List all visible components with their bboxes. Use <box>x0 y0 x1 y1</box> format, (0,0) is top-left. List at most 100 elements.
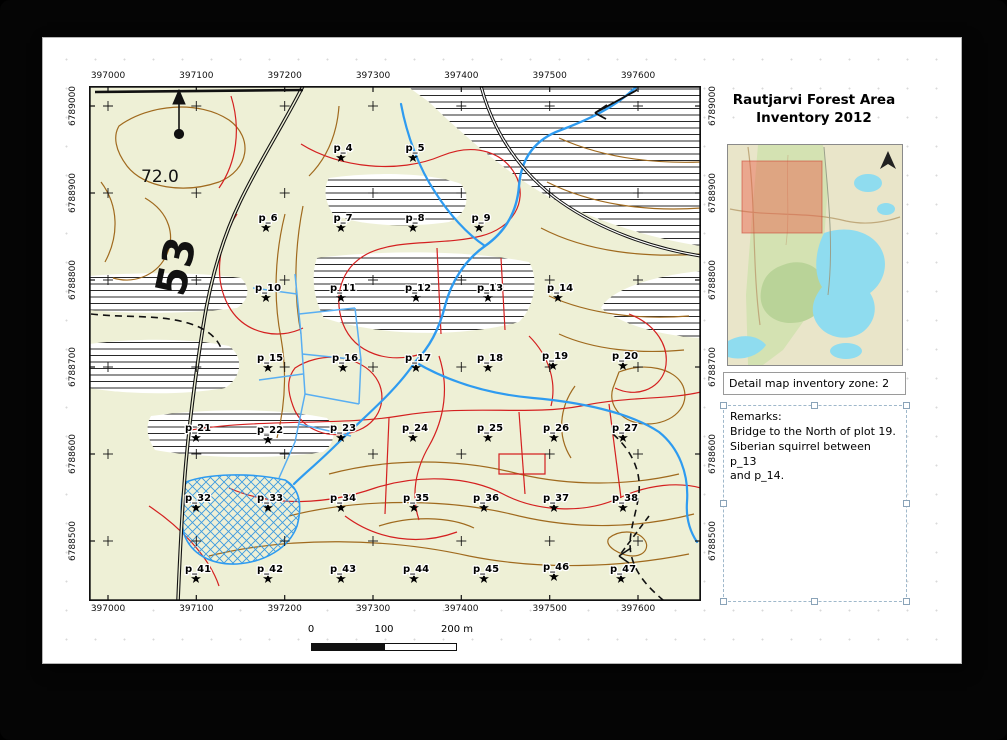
x-grid-label: 397300 <box>356 604 390 614</box>
plot-id-label: p_16 <box>332 353 358 364</box>
plot-id-label: p_44 <box>403 564 429 575</box>
x-grid-label: 397200 <box>268 71 302 81</box>
plot-id-label: p_46 <box>543 562 569 573</box>
x-grid-label: 397100 <box>179 604 213 614</box>
plot-id-label: p_21 <box>185 423 211 434</box>
y-grid-label: 6788900 <box>708 173 718 213</box>
y-grid-label: 6788500 <box>68 521 78 561</box>
selection-handle[interactable] <box>720 402 727 409</box>
y-grid-label: 6789000 <box>68 86 78 126</box>
y-grid-label: 6788800 <box>68 260 78 300</box>
scale-label-100: 100 <box>374 624 393 635</box>
plot-id-label: p_19 <box>542 351 568 362</box>
overview-lake-small-2 <box>877 203 895 215</box>
x-grid-label: 397600 <box>621 71 655 81</box>
remarks-line: Siberian squirrel between p_13 <box>730 440 900 470</box>
layout-page: 72.0 53 ★p_4★p_5★p_6★p_7★p_8★p_9★p_10★p_… <box>42 37 962 664</box>
plot-id-label: p_5 <box>405 143 424 154</box>
map-extent-highlight <box>742 161 822 233</box>
selection-handle[interactable] <box>811 598 818 605</box>
plot-id-label: p_24 <box>402 423 428 434</box>
plot-id-label: p_9 <box>471 213 490 224</box>
x-grid-label: 397400 <box>444 604 478 614</box>
map-title-line2: Inventory 2012 <box>719 110 909 128</box>
x-grid-label: 397400 <box>444 71 478 81</box>
contour-elevation-label: 72.0 <box>141 167 179 187</box>
remarks-heading: Remarks: <box>730 410 900 425</box>
plot-id-label: p_14 <box>547 283 573 294</box>
remarks-box[interactable]: Remarks: Bridge to the North of plot 19.… <box>723 405 907 602</box>
plot-id-label: p_38 <box>612 493 638 504</box>
map-title[interactable]: Rautjarvi Forest Area Inventory 2012 <box>719 92 909 127</box>
plot-id-label: p_23 <box>330 423 356 434</box>
plot-id-label: p_37 <box>543 493 569 504</box>
map-frame[interactable]: 72.0 53 ★p_4★p_5★p_6★p_7★p_8★p_9★p_10★p_… <box>89 86 701 601</box>
plot-id-label: p_8 <box>405 213 424 224</box>
overview-lake-small-1 <box>854 174 882 192</box>
x-grid-label: 397500 <box>533 71 567 81</box>
overview-lake-south <box>830 343 862 359</box>
plot-id-label: p_15 <box>257 353 283 364</box>
y-grid-label: 6788800 <box>708 260 718 300</box>
y-grid-label: 6788600 <box>708 434 718 474</box>
x-grid-label: 397000 <box>91 604 125 614</box>
y-grid-label: 6789000 <box>708 86 718 126</box>
plot-id-label: p_35 <box>403 493 429 504</box>
y-grid-label: 6788700 <box>708 347 718 387</box>
map-title-line1: Rautjarvi Forest Area <box>719 92 909 110</box>
x-grid-labels-top: 397000 397100 397200 397300 397400 397500 3976… <box>89 71 701 83</box>
plot-id-label: p_7 <box>333 213 352 224</box>
scale-label-200: 200 m <box>441 624 473 635</box>
remarks-line: Bridge to the North of plot 19. <box>730 425 900 440</box>
plot-id-label: p_13 <box>477 283 503 294</box>
x-grid-label: 397000 <box>91 71 125 81</box>
y-grid-label: 6788900 <box>68 173 78 213</box>
plot-id-label: p_25 <box>477 423 503 434</box>
detail-zone-label-box[interactable]: Detail map inventory zone: 2 <box>723 372 906 395</box>
plot-id-label: p_4 <box>333 143 352 154</box>
remarks-text: Remarks: Bridge to the North of plot 19.… <box>724 406 906 488</box>
selection-handle[interactable] <box>903 402 910 409</box>
plot-id-label: p_36 <box>473 493 499 504</box>
plot-id-label: p_45 <box>473 564 499 575</box>
plot-id-label: p_10 <box>255 283 281 294</box>
x-grid-labels-bottom: 397000 397100 397200 397300 397400 397500 3976… <box>89 604 701 616</box>
canvas-background: 72.0 53 ★p_4★p_5★p_6★p_7★p_8★p_9★p_10★p_… <box>0 0 1007 740</box>
y-grid-label: 6788600 <box>68 434 78 474</box>
selection-handle[interactable] <box>720 500 727 507</box>
x-grid-label: 397500 <box>533 604 567 614</box>
plot-id-label: p_27 <box>612 423 638 434</box>
x-grid-label: 397300 <box>356 71 390 81</box>
plot-id-label: p_18 <box>477 353 503 364</box>
plot-id-label: p_26 <box>543 423 569 434</box>
plot-id-label: p_32 <box>185 493 211 504</box>
selection-handle[interactable] <box>811 402 818 409</box>
plot-id-label: p_22 <box>257 425 283 436</box>
scale-bar-segment-filled <box>311 643 384 651</box>
y-grid-labels-right: 6789000 6788900 6788800 6788700 6788600 67885… <box>705 86 721 601</box>
x-grid-label: 397100 <box>179 71 213 81</box>
plot-id-label: p_12 <box>405 283 431 294</box>
selection-handle[interactable] <box>903 598 910 605</box>
plot-id-label: p_33 <box>257 493 283 504</box>
plot-id-label: p_34 <box>330 493 356 504</box>
x-grid-label: 397600 <box>621 604 655 614</box>
plot-id-label: p_11 <box>330 283 356 294</box>
plot-id-label: p_47 <box>610 564 636 575</box>
scale-bar-segment-empty <box>384 643 457 651</box>
selection-handle[interactable] <box>720 598 727 605</box>
x-grid-label: 397200 <box>268 604 302 614</box>
scale-label-0: 0 <box>308 624 314 635</box>
plot-id-label: p_42 <box>257 564 283 575</box>
y-grid-label: 6788500 <box>708 521 718 561</box>
selection-handle[interactable] <box>903 500 910 507</box>
remarks-line: and p_14. <box>730 469 900 484</box>
plot-id-label: p_6 <box>258 213 277 224</box>
plot-id-label: p_43 <box>330 564 356 575</box>
plot-id-label: p_17 <box>405 353 431 364</box>
y-grid-labels-left: 6789000 6788900 6788800 6788700 6788600 67885… <box>65 86 81 601</box>
plot-id-label: p_20 <box>612 351 638 362</box>
overview-map[interactable] <box>727 144 903 366</box>
scale-bar[interactable]: 0 100 200 m <box>311 624 481 656</box>
y-grid-label: 6788700 <box>68 347 78 387</box>
